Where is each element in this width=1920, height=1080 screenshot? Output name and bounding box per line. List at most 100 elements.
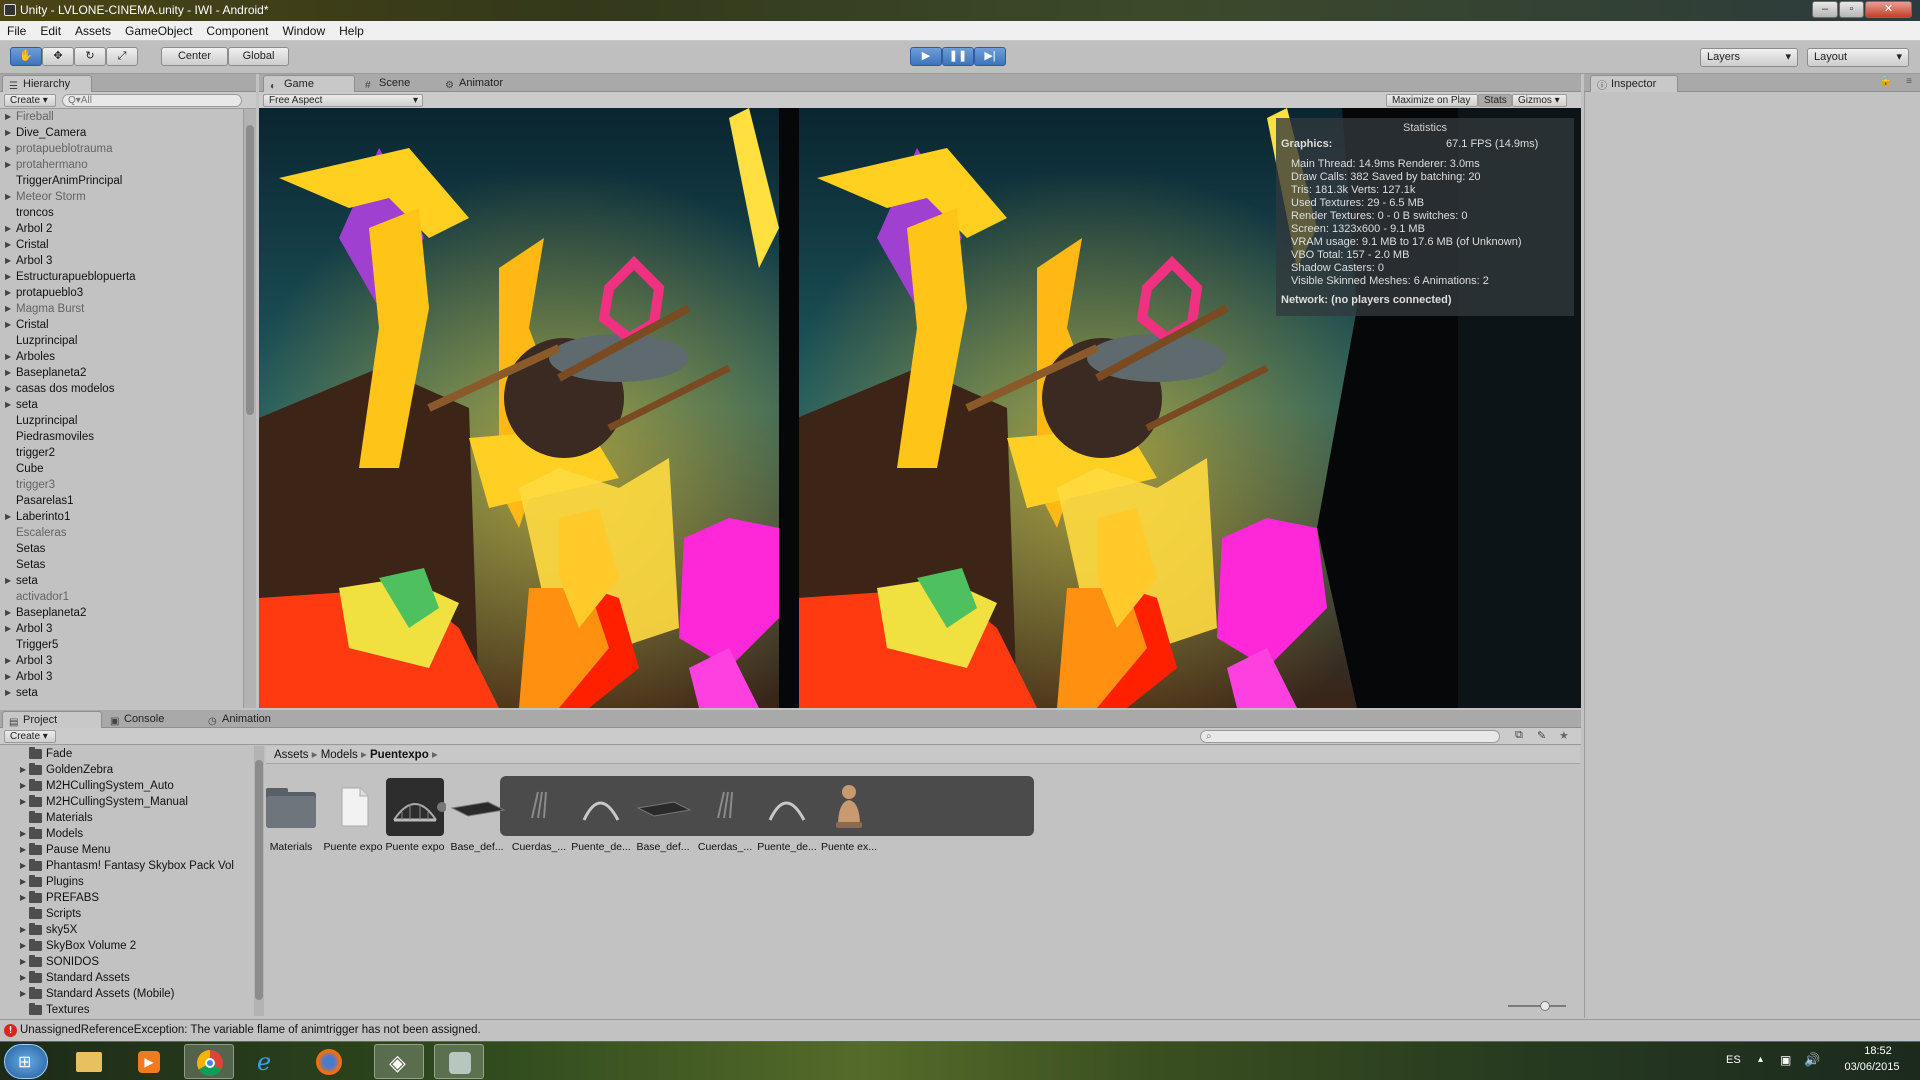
project-create-button[interactable]: Create ▾: [4, 730, 56, 743]
hierarchy-item[interactable]: ▶ Dive_Camera: [0, 125, 243, 141]
menu-edit[interactable]: Edit: [33, 21, 68, 41]
project-folder-item[interactable]: ▶ PREFABS: [0, 890, 260, 906]
asset-item[interactable]: Puente expo: [320, 778, 386, 854]
hierarchy-item[interactable]: ▶ Cristal: [0, 317, 243, 333]
tab-scene[interactable]: # Scene: [359, 75, 435, 92]
project-folder-item[interactable]: ▶ M2HCullingSystem_Manual: [0, 794, 260, 810]
hierarchy-item[interactable]: ▶ Arbol 2: [0, 221, 243, 237]
menu-window[interactable]: Window: [275, 21, 332, 41]
start-button[interactable]: ⊞: [4, 1044, 48, 1079]
hierarchy-item[interactable]: ▶ casas dos modelos: [0, 381, 243, 397]
maximize-on-play-toggle[interactable]: Maximize on Play: [1386, 94, 1478, 107]
expand-arrow-icon[interactable]: ▶: [20, 954, 26, 970]
breadcrumb-models[interactable]: Models: [321, 749, 358, 761]
pause-button[interactable]: ❚❚: [942, 47, 974, 66]
project-folder-item[interactable]: ▶ sky5X: [0, 922, 260, 938]
media-player-taskbar-button[interactable]: ▶: [124, 1044, 174, 1079]
tab-animation[interactable]: ◷ Animation: [202, 711, 306, 728]
expand-arrow-icon[interactable]: ▶: [20, 970, 26, 986]
play-button[interactable]: ▶: [910, 47, 942, 66]
asset-item[interactable]: Base_def...: [630, 778, 696, 854]
project-folder-item[interactable]: Fade: [0, 746, 260, 762]
expand-arrow-icon[interactable]: ▶: [20, 874, 26, 890]
hierarchy-item[interactable]: ▶ Arbol 3: [0, 653, 243, 669]
hierarchy-item[interactable]: activador1: [0, 589, 243, 605]
expand-arrow-icon[interactable]: ▶: [20, 762, 26, 778]
hierarchy-item[interactable]: Piedrasmoviles: [0, 429, 243, 445]
expand-arrow-icon[interactable]: ▶: [5, 189, 11, 205]
expand-arrow-icon[interactable]: ▶: [5, 669, 11, 685]
expand-arrow-icon[interactable]: ▶: [5, 365, 11, 381]
aspect-dropdown[interactable]: Free Aspect ▾: [263, 94, 423, 107]
volume-icon[interactable]: 🔊: [1804, 1052, 1820, 1068]
hierarchy-item[interactable]: ▶ protahermano: [0, 157, 243, 173]
menu-gameobject[interactable]: GameObject: [118, 21, 199, 41]
expand-arrow-icon[interactable]: ▶: [5, 141, 11, 157]
filter-label-icon[interactable]: ✎: [1537, 729, 1546, 742]
hierarchy-item[interactable]: Luzprincipal: [0, 333, 243, 349]
tab-console[interactable]: ▣ Console: [104, 711, 200, 728]
project-folder-item[interactable]: ▶ GoldenZebra: [0, 762, 260, 778]
hierarchy-item[interactable]: Cube: [0, 461, 243, 477]
hierarchy-item[interactable]: Setas: [0, 557, 243, 573]
menu-file[interactable]: File: [0, 21, 33, 41]
expand-arrow-icon[interactable]: ▶: [5, 621, 11, 637]
hierarchy-item[interactable]: Luzprincipal: [0, 413, 243, 429]
hierarchy-create-button[interactable]: Create ▾: [4, 94, 56, 107]
project-folder-item[interactable]: ▶ Models: [0, 826, 260, 842]
hierarchy-item[interactable]: Pasarelas1: [0, 493, 243, 509]
project-folder-item[interactable]: ▶ SkyBox Volume 2: [0, 938, 260, 954]
chrome-taskbar-button[interactable]: [184, 1044, 234, 1079]
hierarchy-search-input[interactable]: Q▾All: [62, 94, 242, 107]
hierarchy-item[interactable]: ▶ Meteor Storm: [0, 189, 243, 205]
asset-item[interactable]: Base_def...: [444, 778, 510, 854]
tab-hierarchy[interactable]: ☰ Hierarchy: [2, 75, 92, 92]
gizmos-dropdown[interactable]: Gizmos ▾: [1512, 94, 1567, 107]
project-folder-item[interactable]: ▶ Standard Assets: [0, 970, 260, 986]
hierarchy-item[interactable]: ▶ Arbol 3: [0, 669, 243, 685]
expand-arrow-icon[interactable]: ▶: [5, 653, 11, 669]
hierarchy-item[interactable]: trigger2: [0, 445, 243, 461]
clock-date[interactable]: 03/06/2015: [1832, 1061, 1912, 1073]
asset-item[interactable]: Puente_de...: [568, 778, 634, 854]
hierarchy-scrollbar[interactable]: [243, 109, 256, 708]
layers-dropdown[interactable]: Layers ▾: [1700, 48, 1798, 67]
hierarchy-item[interactable]: trigger3: [0, 477, 243, 493]
expand-arrow-icon[interactable]: ▶: [20, 842, 26, 858]
hierarchy-item[interactable]: Setas: [0, 541, 243, 557]
hierarchy-item[interactable]: ▶ seta: [0, 573, 243, 589]
asset-item[interactable]: Cuerdas_...: [692, 778, 758, 854]
minimize-button[interactable]: –: [1812, 1, 1838, 18]
step-button[interactable]: ▶|: [974, 47, 1006, 66]
hierarchy-item[interactable]: Escaleras: [0, 525, 243, 541]
panel-menu-icon[interactable]: ≡: [1906, 76, 1912, 87]
favorite-star-icon[interactable]: ★: [1559, 729, 1569, 742]
expand-arrow-icon[interactable]: ▶: [20, 794, 26, 810]
pivot-center-button[interactable]: Center: [161, 47, 228, 66]
expand-arrow-icon[interactable]: ▶: [5, 317, 11, 333]
hierarchy-item[interactable]: ▶ Cristal: [0, 237, 243, 253]
project-folder-item[interactable]: ▶ Pause Menu: [0, 842, 260, 858]
project-folder-item[interactable]: Textures: [0, 1002, 260, 1016]
expand-arrow-icon[interactable]: ▶: [5, 109, 11, 125]
hierarchy-item[interactable]: ▶ Magma Burst: [0, 301, 243, 317]
clock-time[interactable]: 18:52: [1848, 1045, 1908, 1057]
lock-icon[interactable]: 🔒: [1880, 76, 1892, 87]
firefox-taskbar-button[interactable]: [304, 1044, 354, 1079]
app-taskbar-button[interactable]: [434, 1044, 484, 1079]
project-folder-item[interactable]: Scripts: [0, 906, 260, 922]
expand-arrow-icon[interactable]: ▶: [20, 986, 26, 1002]
expand-arrow-icon[interactable]: ▶: [20, 778, 26, 794]
expand-arrow-icon[interactable]: ▶: [5, 157, 11, 173]
expand-arrow-icon[interactable]: ▶: [5, 269, 11, 285]
project-folder-item[interactable]: ▶ Standard Assets (Mobile): [0, 986, 260, 1002]
expand-arrow-icon[interactable]: ▶: [20, 826, 26, 842]
expand-arrow-icon[interactable]: ▶: [5, 301, 11, 317]
expand-arrow-icon[interactable]: ▶: [5, 573, 11, 589]
explorer-taskbar-button[interactable]: [64, 1044, 114, 1079]
project-search-input[interactable]: ⌕: [1200, 730, 1500, 743]
tab-game[interactable]: ◐ Game: [263, 75, 355, 92]
hierarchy-item[interactable]: ▶ Laberinto1: [0, 509, 243, 525]
hierarchy-item[interactable]: Trigger5: [0, 637, 243, 653]
expand-arrow-icon[interactable]: ▶: [20, 858, 26, 874]
